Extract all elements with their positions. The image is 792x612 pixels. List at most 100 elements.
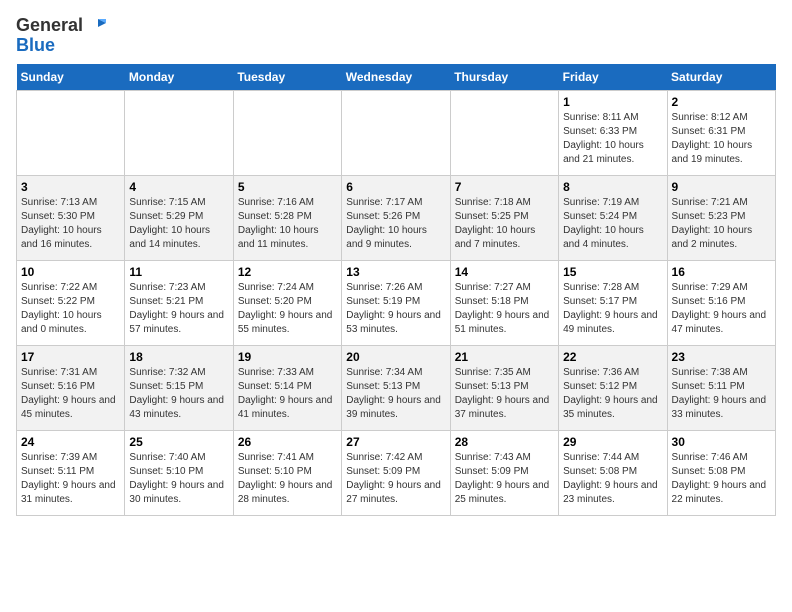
- week-row-3: 10 Sunrise: 7:22 AM Sunset: 5:22 PM Dayli…: [17, 260, 776, 345]
- day-cell: 9Sunrise: 7:21 AM Sunset: 5:23 PM Daylig…: [667, 175, 775, 260]
- week-row-4: 17 Sunrise: 7:31 AM Sunset: 5:16 PM Dayli…: [17, 345, 776, 430]
- day-info: Sunrise: 7:15 AM Sunset: 5:29 PM Dayligh…: [129, 196, 228, 252]
- weekday-header-saturday: Saturday: [667, 64, 775, 91]
- day-number: 27: [346, 435, 445, 449]
- day-info: Sunrise: 7:27 AM Sunset: 5:18 PM Dayligh…: [455, 281, 554, 337]
- day-info: Sunrise: 7:26 AM Sunset: 5:19 PM Dayligh…: [346, 281, 445, 337]
- day-cell: 15 Sunrise: 7:28 AM Sunset: 5:17 PM Dayli…: [559, 260, 667, 345]
- day-number: 6: [346, 180, 445, 194]
- week-row-2: 3 Sunrise: 7:13 AM Sunset: 5:30 PM Daylig…: [17, 175, 776, 260]
- day-number: 21: [455, 350, 554, 364]
- day-cell: 17 Sunrise: 7:31 AM Sunset: 5:16 PM Dayli…: [17, 345, 125, 430]
- day-info: Sunrise: 7:16 AM Sunset: 5:28 PM Dayligh…: [238, 196, 337, 252]
- day-info: Sunrise: 7:35 AM Sunset: 5:13 PM Dayligh…: [455, 366, 554, 422]
- day-cell: 10 Sunrise: 7:22 AM Sunset: 5:22 PM Dayli…: [17, 260, 125, 345]
- day-cell: 2 Sunrise: 8:12 AM Sunset: 6:31 PM Daylig…: [667, 90, 775, 175]
- logo-text: General Blue: [16, 16, 108, 56]
- day-info: Sunrise: 8:11 AM Sunset: 6:33 PM Dayligh…: [563, 111, 662, 167]
- day-info: Sunrise: 7:38 AM Sunset: 5:11 PM Dayligh…: [672, 366, 771, 422]
- day-info: Sunrise: 7:31 AM Sunset: 5:16 PM Dayligh…: [21, 366, 120, 422]
- day-number: 17: [21, 350, 120, 364]
- day-number: 15: [563, 265, 662, 279]
- weekday-header-friday: Friday: [559, 64, 667, 91]
- day-cell: 5Sunrise: 7:16 AM Sunset: 5:28 PM Daylig…: [233, 175, 341, 260]
- day-info: Sunrise: 7:43 AM Sunset: 5:09 PM Dayligh…: [455, 451, 554, 507]
- day-cell: 11 Sunrise: 7:23 AM Sunset: 5:21 PM Dayli…: [125, 260, 233, 345]
- day-info: Sunrise: 7:36 AM Sunset: 5:12 PM Dayligh…: [563, 366, 662, 422]
- day-info: Sunrise: 7:34 AM Sunset: 5:13 PM Dayligh…: [346, 366, 445, 422]
- logo-flag-icon: [89, 18, 107, 36]
- week-row-5: 24 Sunrise: 7:39 AM Sunset: 5:11 PM Dayli…: [17, 430, 776, 515]
- day-info: Sunrise: 7:21 AM Sunset: 5:23 PM Dayligh…: [672, 196, 771, 252]
- day-cell: 28 Sunrise: 7:43 AM Sunset: 5:09 PM Dayli…: [450, 430, 558, 515]
- day-cell: [17, 90, 125, 175]
- day-cell: [342, 90, 450, 175]
- day-cell: 12 Sunrise: 7:24 AM Sunset: 5:20 PM Dayli…: [233, 260, 341, 345]
- day-info: Sunrise: 8:12 AM Sunset: 6:31 PM Dayligh…: [672, 111, 771, 167]
- day-number: 29: [563, 435, 662, 449]
- logo: General Blue: [16, 16, 108, 56]
- day-number: 3: [21, 180, 120, 194]
- day-cell: 13 Sunrise: 7:26 AM Sunset: 5:19 PM Dayli…: [342, 260, 450, 345]
- weekday-header-monday: Monday: [125, 64, 233, 91]
- day-info: Sunrise: 7:39 AM Sunset: 5:11 PM Dayligh…: [21, 451, 120, 507]
- day-cell: 3 Sunrise: 7:13 AM Sunset: 5:30 PM Daylig…: [17, 175, 125, 260]
- day-cell: 6Sunrise: 7:17 AM Sunset: 5:26 PM Daylig…: [342, 175, 450, 260]
- day-cell: 30Sunrise: 7:46 AM Sunset: 5:08 PM Dayli…: [667, 430, 775, 515]
- day-cell: 18Sunrise: 7:32 AM Sunset: 5:15 PM Dayli…: [125, 345, 233, 430]
- day-cell: 20 Sunrise: 7:34 AM Sunset: 5:13 PM Dayli…: [342, 345, 450, 430]
- week-row-1: 1 Sunrise: 8:11 AM Sunset: 6:33 PM Daylig…: [17, 90, 776, 175]
- day-info: Sunrise: 7:19 AM Sunset: 5:24 PM Dayligh…: [563, 196, 662, 252]
- day-number: 19: [238, 350, 337, 364]
- logo-blue: Blue: [16, 35, 55, 55]
- logo-general: General: [16, 15, 83, 35]
- day-number: 20: [346, 350, 445, 364]
- day-info: Sunrise: 7:42 AM Sunset: 5:09 PM Dayligh…: [346, 451, 445, 507]
- day-info: Sunrise: 7:28 AM Sunset: 5:17 PM Dayligh…: [563, 281, 662, 337]
- day-number: 16: [672, 265, 771, 279]
- day-cell: 25Sunrise: 7:40 AM Sunset: 5:10 PM Dayli…: [125, 430, 233, 515]
- day-info: Sunrise: 7:22 AM Sunset: 5:22 PM Dayligh…: [21, 281, 120, 337]
- day-number: 1: [563, 95, 662, 109]
- day-cell: 23 Sunrise: 7:38 AM Sunset: 5:11 PM Dayli…: [667, 345, 775, 430]
- day-cell: 14Sunrise: 7:27 AM Sunset: 5:18 PM Dayli…: [450, 260, 558, 345]
- day-info: Sunrise: 7:46 AM Sunset: 5:08 PM Dayligh…: [672, 451, 771, 507]
- day-number: 23: [672, 350, 771, 364]
- calendar-table: SundayMondayTuesdayWednesdayThursdayFrid…: [16, 64, 776, 516]
- day-number: 28: [455, 435, 554, 449]
- weekday-header-sunday: Sunday: [17, 64, 125, 91]
- day-cell: 26 Sunrise: 7:41 AM Sunset: 5:10 PM Dayli…: [233, 430, 341, 515]
- day-number: 10: [21, 265, 120, 279]
- day-cell: 4 Sunrise: 7:15 AM Sunset: 5:29 PM Daylig…: [125, 175, 233, 260]
- weekday-header-wednesday: Wednesday: [342, 64, 450, 91]
- day-cell: 1 Sunrise: 8:11 AM Sunset: 6:33 PM Daylig…: [559, 90, 667, 175]
- day-info: Sunrise: 7:13 AM Sunset: 5:30 PM Dayligh…: [21, 196, 120, 252]
- day-info: Sunrise: 7:40 AM Sunset: 5:10 PM Dayligh…: [129, 451, 228, 507]
- day-cell: [125, 90, 233, 175]
- day-cell: 21 Sunrise: 7:35 AM Sunset: 5:13 PM Dayli…: [450, 345, 558, 430]
- day-info: Sunrise: 7:32 AM Sunset: 5:15 PM Dayligh…: [129, 366, 228, 422]
- page-header: General Blue: [16, 16, 776, 56]
- day-number: 22: [563, 350, 662, 364]
- day-number: 11: [129, 265, 228, 279]
- weekday-header-thursday: Thursday: [450, 64, 558, 91]
- day-number: 7: [455, 180, 554, 194]
- day-number: 24: [21, 435, 120, 449]
- day-info: Sunrise: 7:29 AM Sunset: 5:16 PM Dayligh…: [672, 281, 771, 337]
- day-cell: 24 Sunrise: 7:39 AM Sunset: 5:11 PM Dayli…: [17, 430, 125, 515]
- weekday-header-tuesday: Tuesday: [233, 64, 341, 91]
- day-number: 2: [672, 95, 771, 109]
- day-number: 12: [238, 265, 337, 279]
- day-number: 13: [346, 265, 445, 279]
- day-info: Sunrise: 7:23 AM Sunset: 5:21 PM Dayligh…: [129, 281, 228, 337]
- day-number: 26: [238, 435, 337, 449]
- weekday-header-row: SundayMondayTuesdayWednesdayThursdayFrid…: [17, 64, 776, 91]
- day-number: 4: [129, 180, 228, 194]
- day-number: 8: [563, 180, 662, 194]
- day-cell: [450, 90, 558, 175]
- day-info: Sunrise: 7:41 AM Sunset: 5:10 PM Dayligh…: [238, 451, 337, 507]
- day-info: Sunrise: 7:24 AM Sunset: 5:20 PM Dayligh…: [238, 281, 337, 337]
- day-info: Sunrise: 7:33 AM Sunset: 5:14 PM Dayligh…: [238, 366, 337, 422]
- day-cell: 22 Sunrise: 7:36 AM Sunset: 5:12 PM Dayli…: [559, 345, 667, 430]
- day-cell: 29Sunrise: 7:44 AM Sunset: 5:08 PM Dayli…: [559, 430, 667, 515]
